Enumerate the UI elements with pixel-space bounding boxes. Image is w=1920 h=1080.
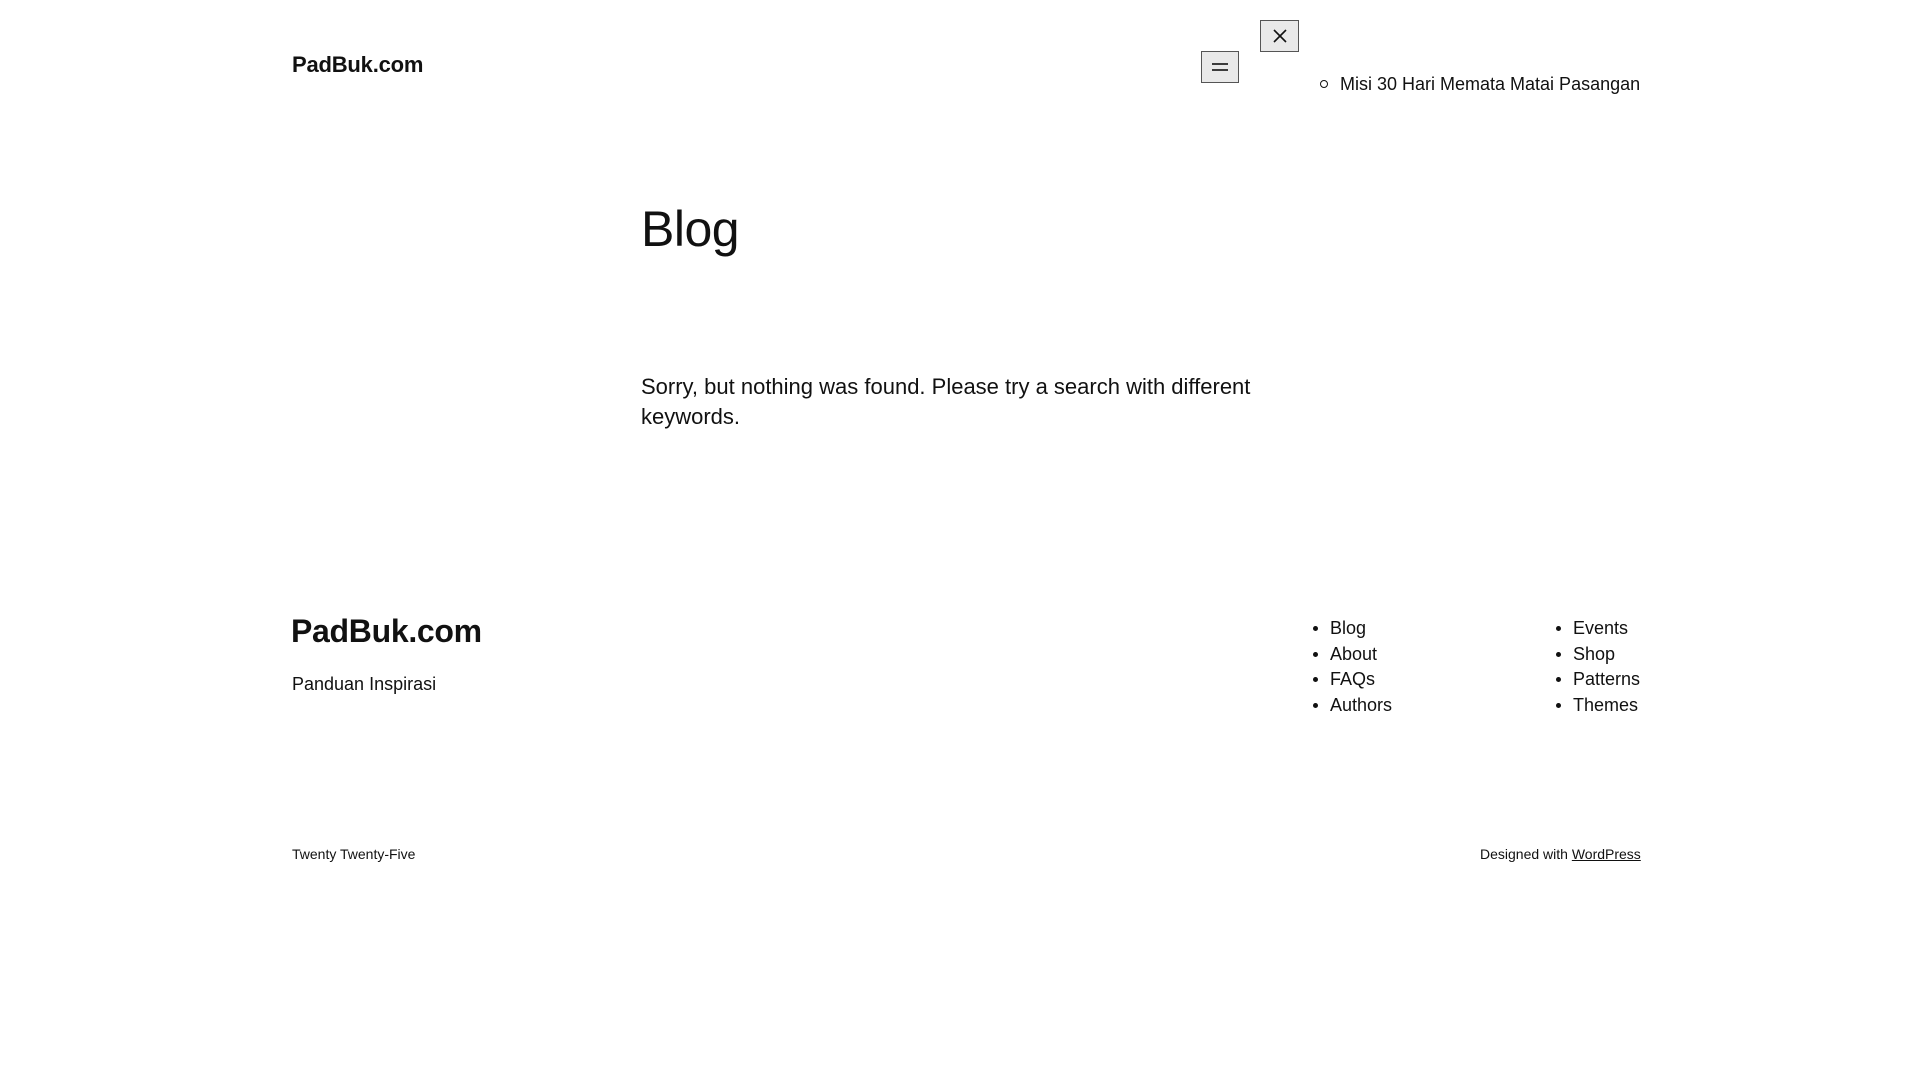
footer-nav-item-faqs[interactable]: FAQs [1313, 667, 1392, 693]
bullet-icon [1556, 626, 1561, 632]
footer-nav-item-patterns[interactable]: Patterns [1556, 667, 1640, 693]
bullet-icon [1313, 626, 1318, 632]
footer-nav-item-blog[interactable]: Blog [1313, 616, 1392, 642]
footer-nav-label[interactable]: Themes [1573, 693, 1638, 719]
footer-nav-label[interactable]: Blog [1330, 616, 1366, 642]
credit-prefix: Designed with [1480, 846, 1568, 862]
header-menu: Misi 30 Hari Memata Matai Pasangan [1320, 73, 1640, 95]
wordpress-link[interactable]: WordPress [1572, 846, 1641, 862]
menu-item-label[interactable]: Misi 30 Hari Memata Matai Pasangan [1340, 73, 1640, 95]
close-icon [1272, 29, 1287, 43]
page-title: Blog [641, 201, 740, 257]
bullet-icon [1313, 677, 1318, 683]
wordpress-credit: Designed with WordPress [1480, 846, 1641, 862]
footer-nav-item-themes[interactable]: Themes [1556, 693, 1640, 719]
circle-bullet-icon [1320, 80, 1328, 88]
footer-nav-label[interactable]: About [1330, 642, 1377, 668]
footer-nav-label[interactable]: Events [1573, 616, 1628, 642]
bullet-icon [1313, 651, 1318, 657]
footer-nav-label[interactable]: Patterns [1573, 667, 1640, 693]
footer-nav-label[interactable]: FAQs [1330, 667, 1375, 693]
close-menu-button[interactable] [1260, 20, 1299, 52]
no-results-message: Sorry, but nothing was found. Please try… [641, 374, 1251, 429]
footer-nav-secondary: Events Shop Patterns Themes [1556, 616, 1640, 718]
bullet-icon [1556, 651, 1561, 657]
bullet-icon [1556, 677, 1561, 683]
footer-nav-item-about[interactable]: About [1313, 642, 1392, 668]
theme-credit: Twenty Twenty-Five [292, 846, 416, 862]
menu-item[interactable]: Misi 30 Hari Memata Matai Pasangan [1320, 73, 1640, 95]
footer-nav-item-events[interactable]: Events [1556, 616, 1640, 642]
bullet-icon [1313, 702, 1318, 708]
footer-nav-item-shop[interactable]: Shop [1556, 642, 1640, 668]
footer-nav-label[interactable]: Authors [1330, 693, 1392, 719]
footer-nav-label[interactable]: Shop [1573, 642, 1615, 668]
open-menu-button[interactable] [1201, 51, 1239, 83]
hamburger-icon [1212, 63, 1228, 71]
footer-nav-primary: Blog About FAQs Authors [1313, 616, 1392, 718]
bullet-icon [1556, 702, 1561, 708]
footer-tagline: Panduan Inspirasi [292, 674, 437, 694]
site-title[interactable]: PadBuk.com [292, 52, 423, 78]
footer-nav-item-authors[interactable]: Authors [1313, 693, 1392, 719]
footer-site-title[interactable]: PadBuk.com [291, 613, 482, 650]
